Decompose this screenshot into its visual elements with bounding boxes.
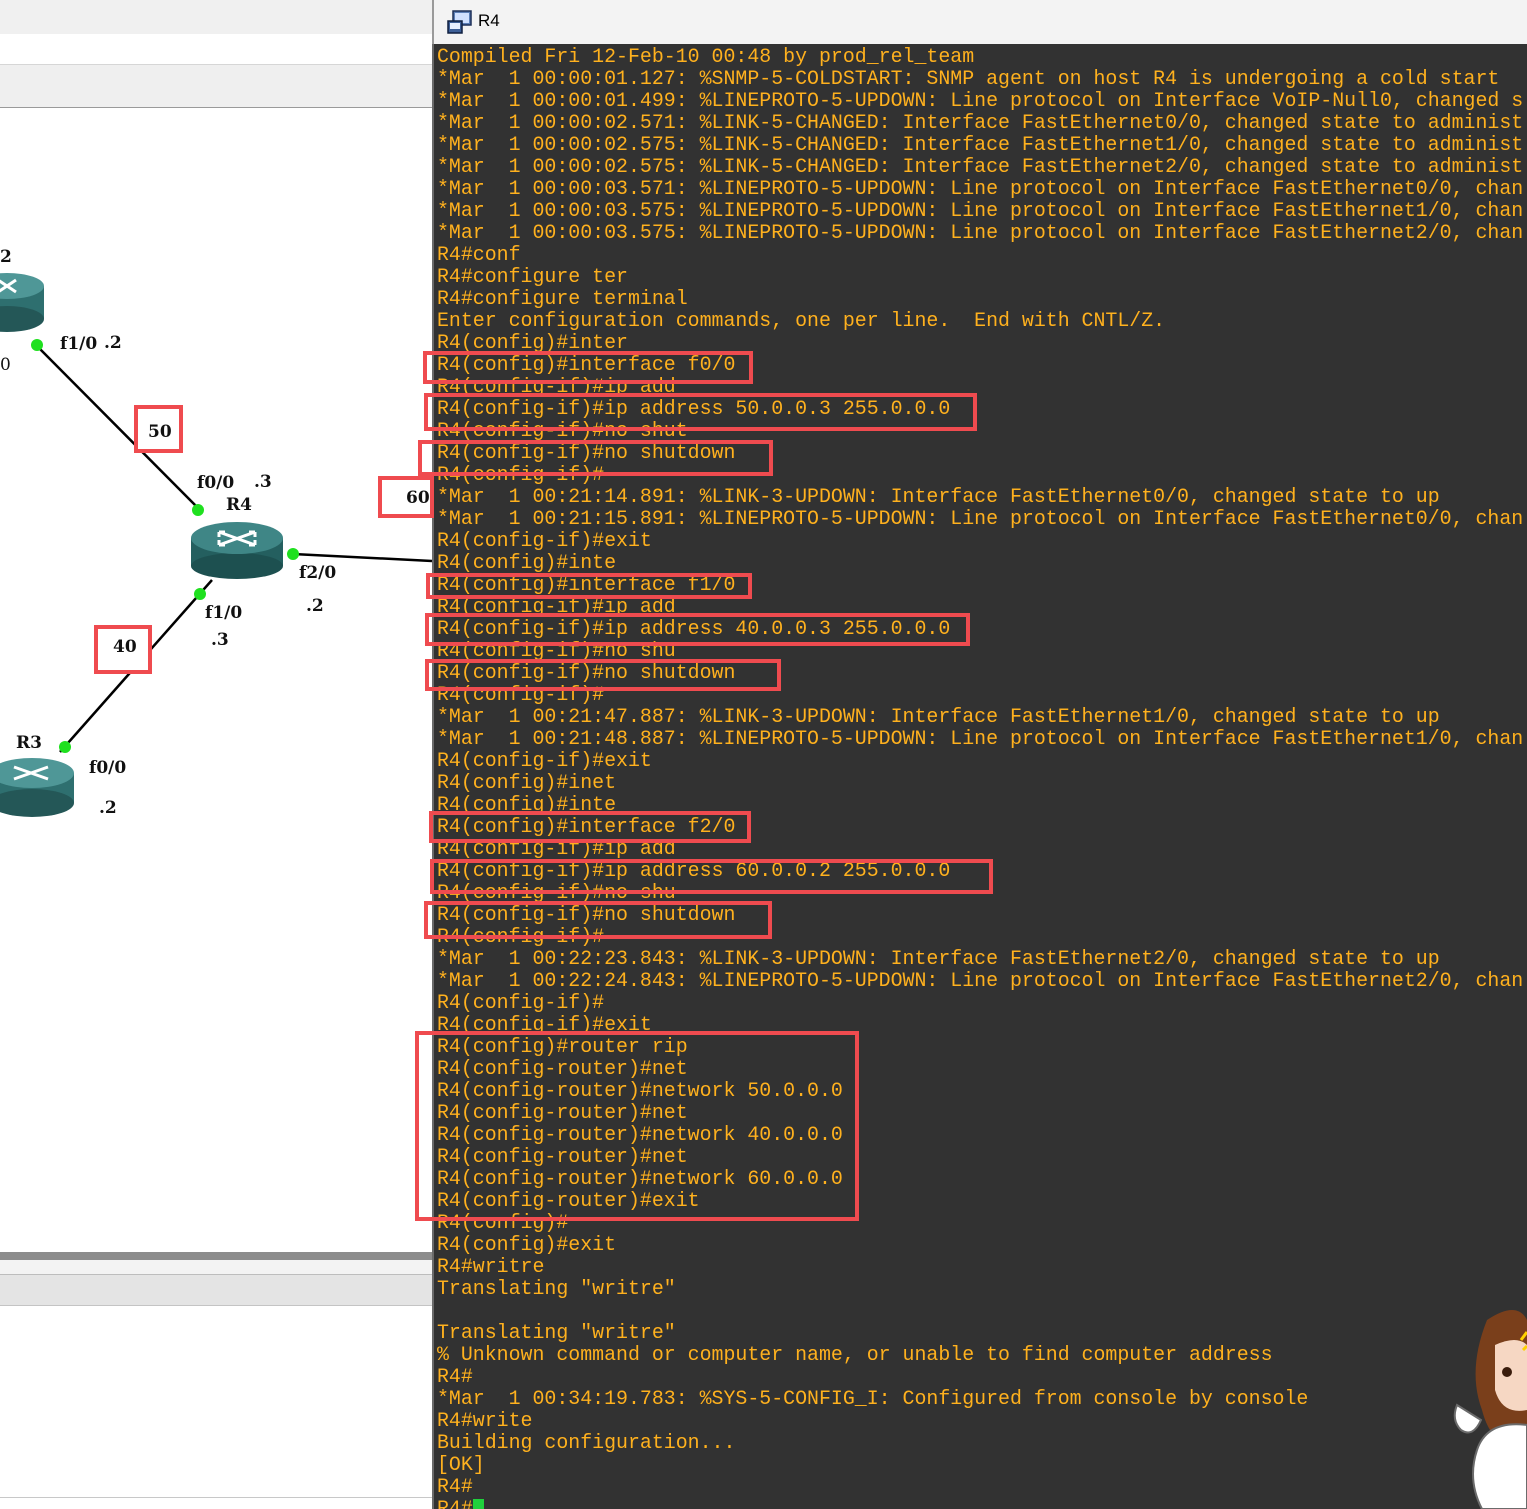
terminal-line: R4#write [437, 1409, 533, 1432]
r4-f00-label: f0/0 [197, 473, 234, 493]
terminal-title: R4 [478, 11, 500, 30]
highlight-interface-f00 [423, 351, 753, 384]
terminal-line: *Mar 1 00:00:03.571: %LINEPROTO-5-UPDOWN… [437, 177, 1524, 200]
terminal-line: *Mar 1 00:00:01.499: %LINEPROTO-5-UPDOWN… [437, 89, 1524, 112]
r4-f10-host-label: .3 [211, 630, 229, 650]
terminal-line: R4#conf [437, 243, 521, 266]
highlight-ip-address-60 [430, 859, 993, 894]
terminal-window-icon [447, 10, 472, 34]
port-dot-r4-f10[interactable] [194, 588, 206, 600]
terminal-line: % Unknown command or computer name, or u… [437, 1343, 1273, 1366]
network-box-60: 60 [378, 476, 434, 518]
terminal-line: Enter configuration commands, one per li… [437, 309, 1166, 332]
terminal-text: Compiled Fri 12-Feb-10 00:48 by prod_rel… [437, 46, 1523, 1509]
console-bottom-border [0, 1497, 432, 1498]
terminal-line: *Mar 1 00:00:02.575: %LINK-5-CHANGED: In… [437, 155, 1524, 178]
terminal-line: *Mar 1 00:00:01.127: %SNMP-5-COLDSTART: … [437, 67, 1500, 90]
r4-f20-label: f2/0 [299, 563, 336, 583]
terminal-line: *Mar 1 00:22:23.843: %LINK-3-UPDOWN: Int… [437, 947, 1440, 970]
terminal-line: *Mar 1 00:00:02.575: %LINK-5-CHANGED: In… [437, 133, 1524, 156]
terminal-line: R4(config-if)#exit [437, 529, 652, 552]
terminal-line: R4(config)#inte [437, 551, 617, 574]
terminal-line: *Mar 1 00:21:47.887: %LINK-3-UPDOWN: Int… [437, 705, 1440, 728]
terminal-line: R4(config-if)#exit [437, 749, 652, 772]
terminal-line: R4# [437, 1475, 473, 1498]
highlight-no-shutdown-1 [418, 440, 773, 476]
terminal-title-bar[interactable]: R4 [432, 0, 1527, 44]
terminal-line: R4(config)#inet [437, 771, 617, 794]
terminal-line: *Mar 1 00:21:48.887: %LINEPROTO-5-UPDOWN… [437, 727, 1524, 750]
highlight-interface-f10 [426, 573, 752, 599]
router-r2-name: 2 [0, 247, 12, 267]
terminal-output[interactable]: Compiled Fri 12-Feb-10 00:48 by prod_rel… [432, 44, 1527, 1509]
terminal-line: R4# [437, 1365, 473, 1388]
port-dot-r4-f20[interactable] [287, 548, 299, 560]
terminal-line: *Mar 1 00:00:02.571: %LINK-5-CHANGED: In… [437, 111, 1524, 134]
console-tab-strip [0, 1260, 432, 1275]
anime-mascot-icon [1453, 1310, 1527, 1509]
terminal-line: *Mar 1 00:34:19.783: %SYS-5-CONFIG_I: Co… [437, 1387, 1309, 1410]
port-dot-r4-f00[interactable] [192, 504, 204, 516]
r2-f10-label: f1/0 [60, 334, 97, 354]
terminal-line: *Mar 1 00:00:03.575: %LINEPROTO-5-UPDOWN… [437, 199, 1524, 222]
r4-f10-label: f1/0 [205, 603, 242, 623]
terminal-line: R4#configure terminal [437, 287, 688, 310]
topology-pane: 2 R4 R3 0 f1/0 .2 f0/0 .3 f2/0 .2 f1/0 .… [0, 0, 432, 1509]
terminal-line: R4(config)#exit [437, 1233, 617, 1256]
router-r3-name: R3 [16, 733, 42, 753]
highlight-ip-address-50 [424, 393, 977, 431]
terminal-line: *Mar 1 00:21:15.891: %LINEPROTO-5-UPDOWN… [437, 507, 1524, 530]
terminal-line: R4#configure ter [437, 265, 628, 288]
network-box-50-label: 50 [148, 422, 172, 442]
terminal-line: R4#writre [437, 1255, 545, 1278]
network-box-60-label: 60 [406, 488, 430, 508]
r3-f00-label: f0/0 [89, 758, 126, 778]
port-dot-r2-f10[interactable] [31, 339, 43, 351]
terminal-line: Translating "writre" [437, 1321, 676, 1344]
highlight-no-shutdown-3 [424, 901, 772, 939]
r2-left-interface-label: 0 [0, 355, 11, 375]
r3-f00-host-label: .2 [99, 798, 117, 818]
highlight-ip-address-40 [425, 613, 970, 646]
terminal-line: Building configuration... [437, 1431, 736, 1454]
terminal-window-r4[interactable]: R4 Compiled Fri 12-Feb-10 00:48 by prod_… [432, 0, 1527, 1509]
terminal-line: *Mar 1 00:21:14.891: %LINK-3-UPDOWN: Int… [437, 485, 1440, 508]
terminal-line: Translating "writre" [437, 1277, 676, 1300]
network-box-40-label: 40 [113, 637, 137, 657]
console-header [0, 1275, 432, 1306]
router-r2[interactable]: 2 [0, 247, 44, 332]
highlight-interface-f20 [429, 811, 751, 843]
r4-f20-host-label: .2 [306, 596, 324, 616]
r2-f10-host-label: .2 [104, 333, 122, 353]
terminal-line: R4(config-if)# [437, 991, 605, 1014]
router-r4[interactable]: R4 [191, 495, 283, 579]
port-dot-r3-f00[interactable] [59, 741, 71, 753]
link-r4-f20 [292, 552, 432, 563]
topology-canvas[interactable]: 2 R4 R3 0 f1/0 .2 f0/0 .3 f2/0 .2 f1/0 .… [0, 0, 432, 1250]
terminal-line: R4# [437, 1498, 1523, 1509]
pane-splitter[interactable] [0, 1252, 432, 1260]
terminal-line: *Mar 1 00:00:03.575: %LINEPROTO-5-UPDOWN… [437, 221, 1524, 244]
terminal-cursor [472, 1499, 484, 1509]
router-r4-name: R4 [226, 495, 252, 515]
terminal-line: *Mar 1 00:22:24.843: %LINEPROTO-5-UPDOWN… [437, 969, 1524, 992]
r4-f00-host-label: .3 [254, 472, 272, 492]
terminal-line: Compiled Fri 12-Feb-10 00:48 by prod_rel… [437, 45, 975, 68]
highlight-router-rip-block [415, 1031, 859, 1221]
highlight-no-shutdown-2 [425, 659, 781, 691]
terminal-line: [OK] [437, 1453, 485, 1476]
